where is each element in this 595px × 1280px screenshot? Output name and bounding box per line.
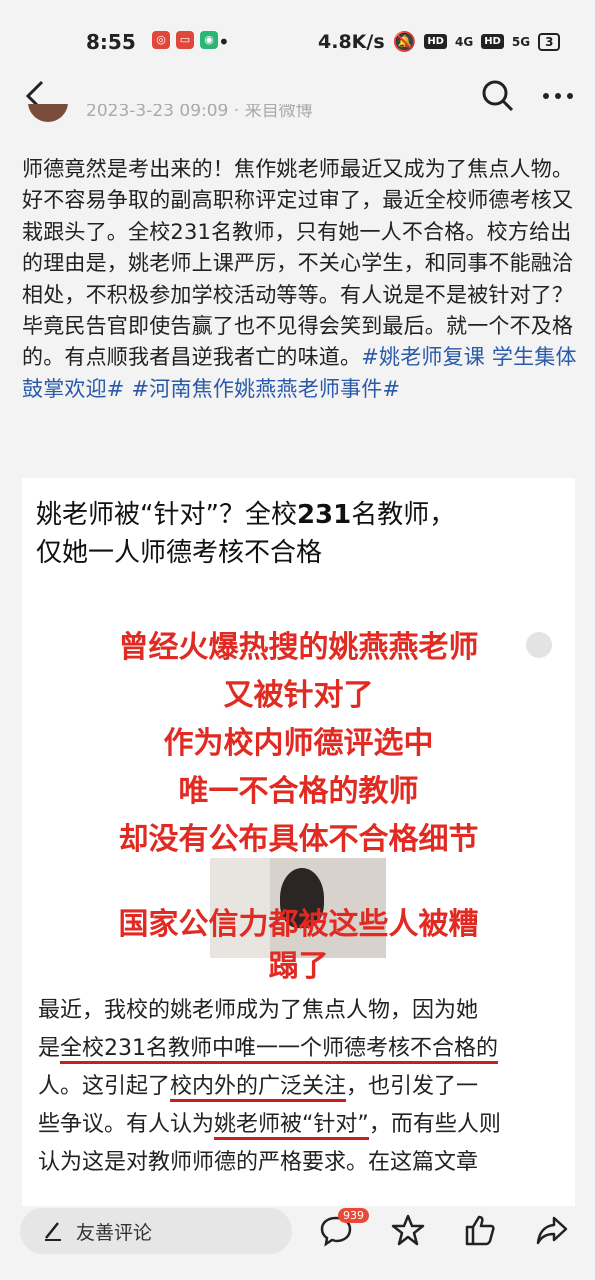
caption-line: 国家公信力都被这些人被糟 [118,907,479,942]
post-meta: 2023-3-23 09:09 · 来自微博 [86,104,313,121]
article-text: ，而有些人则 [368,1112,501,1137]
image-headline: 姚老师被“针对”？全校231名教师， 仅她一人师德考核不合格 [36,496,566,572]
status-time: 8:55 [86,30,136,54]
comment-placeholder: 友善评论 [76,1222,153,1244]
network-speed: 4.8K/s [318,30,385,53]
article-line: 人。这引起了校内外的广泛关注，也引发了一 [38,1068,568,1106]
caption-line: 唯一不合格的教师 [178,774,419,809]
pen-icon [45,1222,61,1241]
like-icon[interactable] [462,1212,498,1248]
hashtag-link[interactable]: #河南焦作姚燕燕老师事件# [132,377,401,401]
app-notification-icon: ◉ [200,31,218,49]
red-caption: 国家公信力都被这些人被糟 蹋了 [22,904,575,988]
caption-line: 却没有公布具体不合格细节 [118,822,479,857]
status-indicators: 4.8K/s 🔕 HD 4G HD 5G 3 [318,30,561,53]
article-line: 些争议。有人认为姚老师被“针对”，而有些人则 [38,1106,568,1144]
battery-icon: 3 [538,32,561,51]
caption-line: 作为校内师德评选中 [163,726,434,761]
article-text: ，也引发了一 [346,1074,479,1099]
app-notification-icon: ▭ [176,31,194,49]
article-text: 人。这引起了 [38,1074,171,1099]
more-notifications-dot: • [218,30,230,54]
headline-line2: 仅她一人师德考核不合格 [36,538,323,568]
article-text: 些争议。有人认为 [38,1112,215,1137]
underlined-text: 全校231名教师中唯一一个师德考核不合格的 [60,1036,499,1064]
floating-dot [526,632,552,658]
headline-part: 名教师， [351,500,456,530]
caption-line: 又被针对了 [223,678,374,713]
author-row: 2023-3-23 09:09 · 来自微博 [0,104,595,128]
article-line: 认为这是对教师师德的严格要求。在这篇文章 [38,1150,479,1175]
hd-badge: HD [481,34,504,49]
mute-icon: 🔕 [392,31,417,53]
red-caption: 曾经火爆热搜的姚燕燕老师 又被针对了 作为校内师德评选中 唯一不合格的教师 却没… [22,624,575,864]
article-line: 最近，我校的姚老师成为了焦点人物，因为她 [38,998,479,1023]
hd-badge: HD [424,34,447,49]
avatar[interactable] [28,104,68,122]
headline-number: 231 [296,500,352,530]
signal-4g: 4G [454,34,474,49]
article-line: 是全校231名教师中唯一一个师德考核不合格的 [38,1030,568,1068]
headline-part: 姚老师被“针对”？全校 [36,500,297,530]
star-icon[interactable] [390,1212,426,1248]
share-icon[interactable] [534,1212,570,1248]
caption-line: 蹋了 [268,949,329,984]
article-excerpt: 最近，我校的姚老师成为了焦点人物，因为她 是全校231名教师中唯一一个师德考核不… [38,992,568,1182]
signal-5g: 5G [511,34,531,49]
post-image[interactable]: 姚老师被“针对”？全校231名教师， 仅她一人师德考核不合格 曾经火爆热搜的姚燕… [22,478,575,1206]
underlined-text: 姚老师被“针对” [214,1112,369,1140]
status-bar: 8:55 ◎ ▭ ◉ • 4.8K/s 🔕 HD 4G HD 5G 3 [0,0,595,72]
comment-count-badge: 939 [338,1208,369,1223]
comment-input[interactable]: 友善评论 [20,1208,292,1254]
app-notification-icon: ◎ [152,31,170,49]
article-text: 是 [38,1036,61,1061]
bottom-bar: 友善评论 939 [0,1206,595,1280]
underlined-text: 校内外的广泛关注 [170,1074,347,1102]
caption-line: 曾经火爆热搜的姚燕燕老师 [118,630,479,665]
post-text: 师德竟然是考出来的！焦作姚老师最近又成为了焦点人物。好不容易争取的副高职称评定过… [22,157,574,370]
post-body: 师德竟然是考出来的！焦作姚老师最近又成为了焦点人物。好不容易争取的副高职称评定过… [22,154,577,405]
